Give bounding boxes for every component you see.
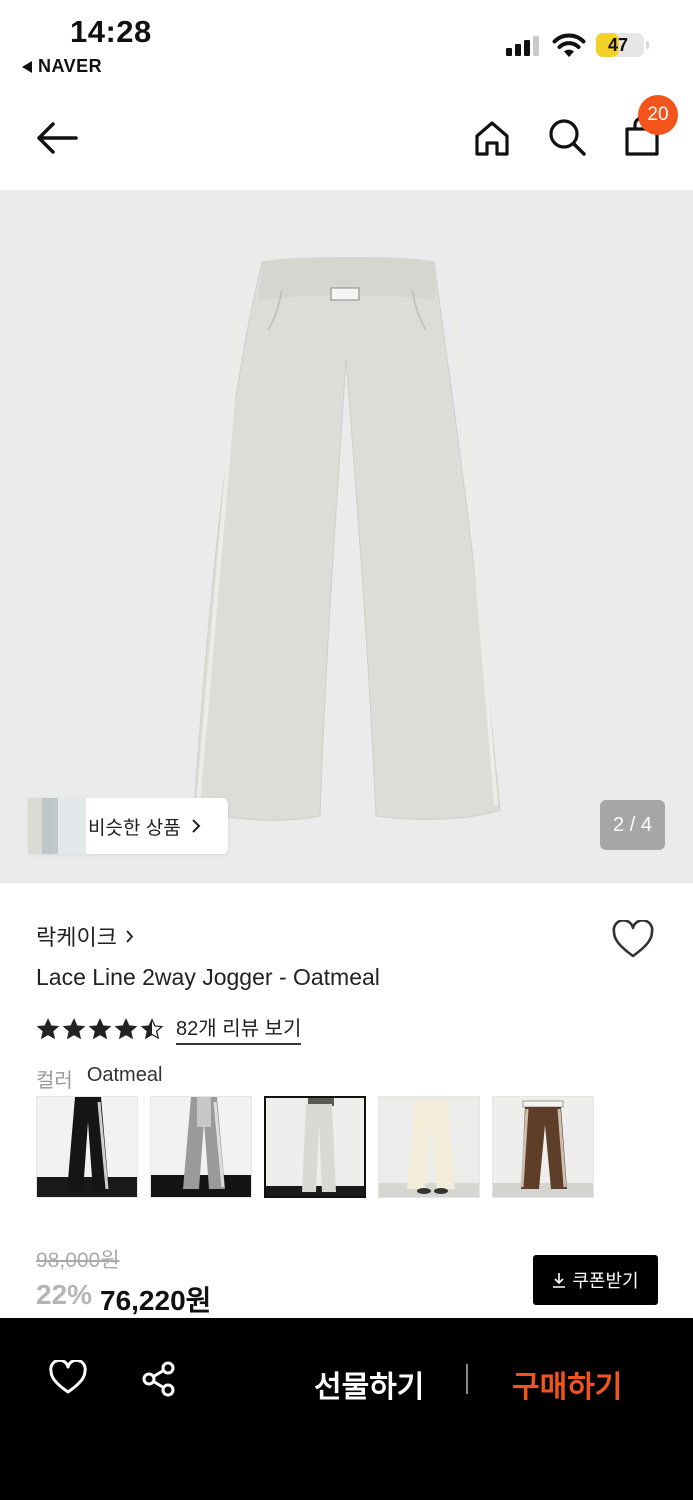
color-swatches [36, 1096, 594, 1198]
similar-products-label: 비슷한 상품 [88, 817, 181, 839]
coupon-label: 쿠폰받기 [572, 1271, 639, 1291]
similar-products-thumbnails [28, 798, 86, 854]
product-title: Lace Line 2way Jogger - Oatmeal [36, 964, 380, 990]
sale-price: 76,220원 [100, 1285, 212, 1316]
heart-icon[interactable] [611, 920, 655, 960]
back-triangle-icon [22, 60, 32, 73]
image-pager: 2 / 4 [600, 800, 665, 850]
swatch-oatmeal-image [266, 1098, 364, 1196]
star-icon [62, 1017, 86, 1039]
color-label: 컬러 [36, 1070, 73, 1092]
swatch-brown[interactable] [492, 1096, 594, 1198]
chevron-right-icon [191, 819, 201, 833]
battery-indicator: 47 [596, 33, 649, 57]
search-icon[interactable] [546, 116, 588, 158]
discount-rate: 22% [36, 1279, 93, 1310]
swatch-brown-image [493, 1097, 593, 1197]
swatch-gray-image [151, 1097, 251, 1197]
swatch-cream[interactable] [378, 1096, 480, 1198]
star-rating [36, 1017, 164, 1040]
star-icon [140, 1017, 164, 1039]
star-icon [114, 1017, 138, 1039]
arrow-left-icon[interactable] [34, 120, 80, 156]
swatch-gray[interactable] [150, 1096, 252, 1198]
chevron-right-icon [126, 929, 134, 943]
rating-row: 82개 리뷰 보기 [36, 1012, 302, 1045]
color-row: 컬러 Oatmeal [36, 1064, 162, 1093]
top-nav-bar [0, 90, 693, 190]
product-image-gallery[interactable]: 비슷한 상품 2 / 4 [0, 190, 693, 883]
back-to-app-link[interactable]: NAVER [22, 56, 102, 77]
star-icon [36, 1017, 60, 1039]
brand-name: 락케이크 [36, 925, 117, 950]
swatch-black[interactable] [36, 1096, 138, 1198]
brand-link[interactable]: 락케이크 [36, 920, 134, 952]
download-icon [553, 1273, 566, 1288]
color-value: Oatmeal [86, 1064, 163, 1086]
gift-button[interactable]: 선물하기 [314, 1362, 424, 1406]
cellular-signal-icon [506, 36, 539, 56]
bottom-divider [466, 1364, 468, 1394]
status-time: 14:28 [70, 14, 152, 49]
swatch-black-image [37, 1097, 137, 1197]
wifi-icon [552, 33, 586, 57]
heart-icon[interactable] [48, 1360, 88, 1396]
home-icon[interactable] [472, 118, 512, 158]
status-bar: 14:28 NAVER 47 [0, 0, 693, 90]
review-link[interactable]: 82개 리뷰 보기 [176, 1012, 302, 1045]
star-icon [88, 1017, 112, 1039]
bottom-action-bar: 선물하기 구매하기 [0, 1318, 693, 1500]
coupon-download-button[interactable]: 쿠폰받기 [533, 1255, 658, 1305]
share-icon[interactable] [140, 1360, 178, 1398]
buy-button[interactable]: 구매하기 [512, 1362, 622, 1406]
original-price: 98,000원 [36, 1249, 120, 1272]
product-photo [193, 257, 501, 821]
battery-level: 47 [607, 35, 629, 55]
similar-products-button[interactable]: 비슷한 상품 [28, 798, 228, 854]
swatch-oatmeal[interactable] [264, 1096, 366, 1198]
back-app-label: NAVER [38, 56, 103, 76]
swatch-cream-image [379, 1097, 479, 1197]
cart-count-badge: 20 [638, 95, 678, 135]
